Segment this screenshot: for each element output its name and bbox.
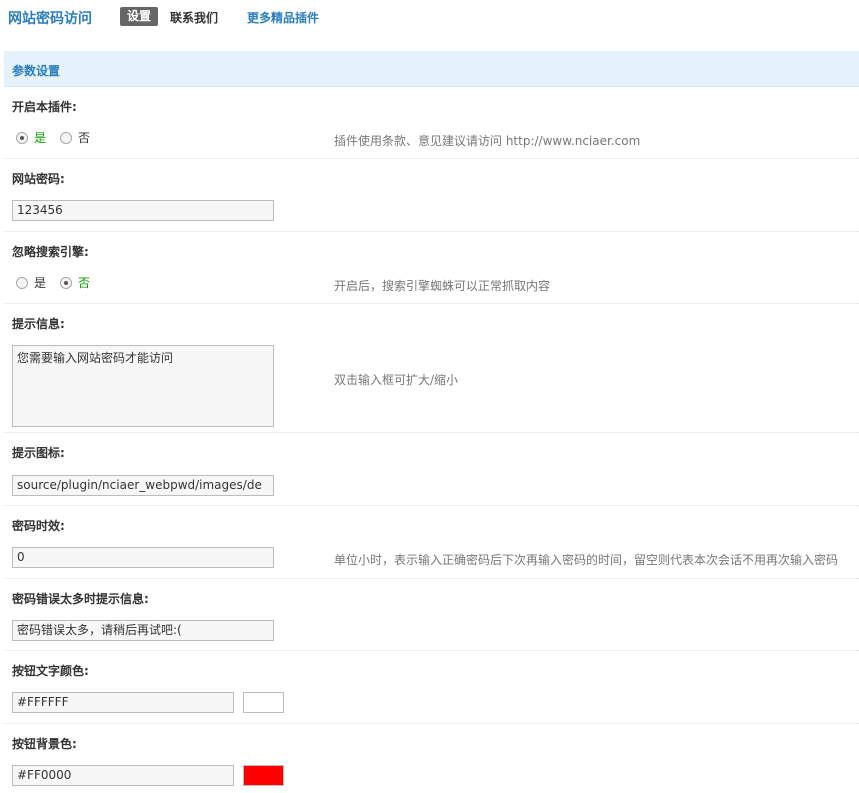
enable-plugin-label: 开启本插件: (12, 100, 77, 114)
prompt-icon-label: 提示图标: (12, 446, 65, 460)
button-text-color-label: 按钮文字颜色: (12, 664, 89, 678)
enable-plugin-yes-option[interactable]: 是 (16, 129, 46, 146)
ignore-search-no-option[interactable]: 否 (60, 274, 90, 291)
enable-plugin-tip: 插件使用条款、意见建议请访问 http://www.nciaer.com (334, 134, 641, 148)
tab-settings[interactable]: 设置 (120, 7, 159, 26)
setting-prompt-message: 提示信息: 您需要输入网站密码才能访问 双击输入框可扩大/缩小 (4, 305, 859, 433)
error-message-input[interactable]: 密码错误太多，请稍后再试吧:( (12, 620, 274, 641)
setting-button-bg-color: 按钮背景色: #FF0000 (4, 725, 859, 793)
radio-unchecked-icon[interactable] (16, 276, 28, 289)
button-bg-color-swatch[interactable] (243, 765, 284, 786)
radio-unchecked-icon[interactable] (60, 131, 73, 144)
radio-checked-icon[interactable] (16, 131, 28, 144)
button-text-color-input[interactable]: #FFFFFF (12, 692, 234, 713)
section-header: 参数设置 (4, 51, 859, 87)
setting-button-text-color: 按钮文字颜色: #FFFFFF (4, 652, 859, 724)
site-password-input[interactable]: 123456 (12, 200, 274, 221)
setting-enable-plugin: 开启本插件: 是 否 插件使用条款、意见建议请访问 http://www.nci… (4, 88, 859, 159)
plugin-title[interactable]: 网站密码访问 (8, 8, 92, 28)
button-text-color-swatch[interactable] (243, 692, 284, 713)
setting-error-message: 密码错误太多时提示信息: 密码错误太多，请稍后再试吧:( (4, 580, 859, 651)
prompt-icon-input[interactable]: source/plugin/nciaer_webpwd/images/de (12, 475, 274, 496)
enable-plugin-no-option[interactable]: 否 (60, 129, 90, 146)
enable-plugin-radio-group: 是 否 (16, 129, 104, 146)
section-title: 参数设置 (12, 64, 61, 78)
radio-checked-icon[interactable] (60, 276, 73, 289)
password-expiry-tip: 单位小时，表示输入正确密码后下次再输入密码的时间，留空则代表本次会话不用再次输入… (334, 553, 839, 567)
password-expiry-input[interactable]: 0 (12, 547, 274, 568)
setting-ignore-search-engines: 忽略搜索引擎: 是 否 开启后，搜索引擎蜘蛛可以正常抓取内容 (4, 233, 859, 304)
prompt-message-label: 提示信息: (12, 317, 65, 331)
ignore-search-tip: 开启后，搜索引擎蜘蛛可以正常抓取内容 (334, 279, 551, 293)
password-expiry-label: 密码时效: (12, 519, 65, 533)
top-nav: 网站密码访问 设置 联系我们 更多精品插件 (0, 0, 859, 36)
ignore-search-yes-option[interactable]: 是 (16, 274, 46, 291)
ignore-search-label: 忽略搜索引擎: (12, 245, 89, 259)
prompt-message-textarea[interactable]: 您需要输入网站密码才能访问 (12, 345, 274, 427)
prompt-message-tip: 双击输入框可扩大/缩小 (334, 373, 459, 387)
site-password-label: 网站密码: (12, 172, 65, 186)
tab-more-plugins[interactable]: 更多精品插件 (247, 9, 319, 26)
button-bg-color-input[interactable]: #FF0000 (12, 765, 234, 786)
setting-password-expiry: 密码时效: 0 单位小时，表示输入正确密码后下次再输入密码的时间，留空则代表本次… (4, 507, 859, 579)
ignore-search-radio-group: 是 否 (16, 274, 104, 291)
button-bg-color-label: 按钮背景色: (12, 737, 77, 751)
setting-prompt-icon: 提示图标: source/plugin/nciaer_webpwd/images… (4, 434, 859, 506)
setting-site-password: 网站密码: 123456 (4, 160, 859, 232)
error-message-label: 密码错误太多时提示信息: (12, 592, 149, 606)
tab-contact[interactable]: 联系我们 (170, 9, 218, 26)
